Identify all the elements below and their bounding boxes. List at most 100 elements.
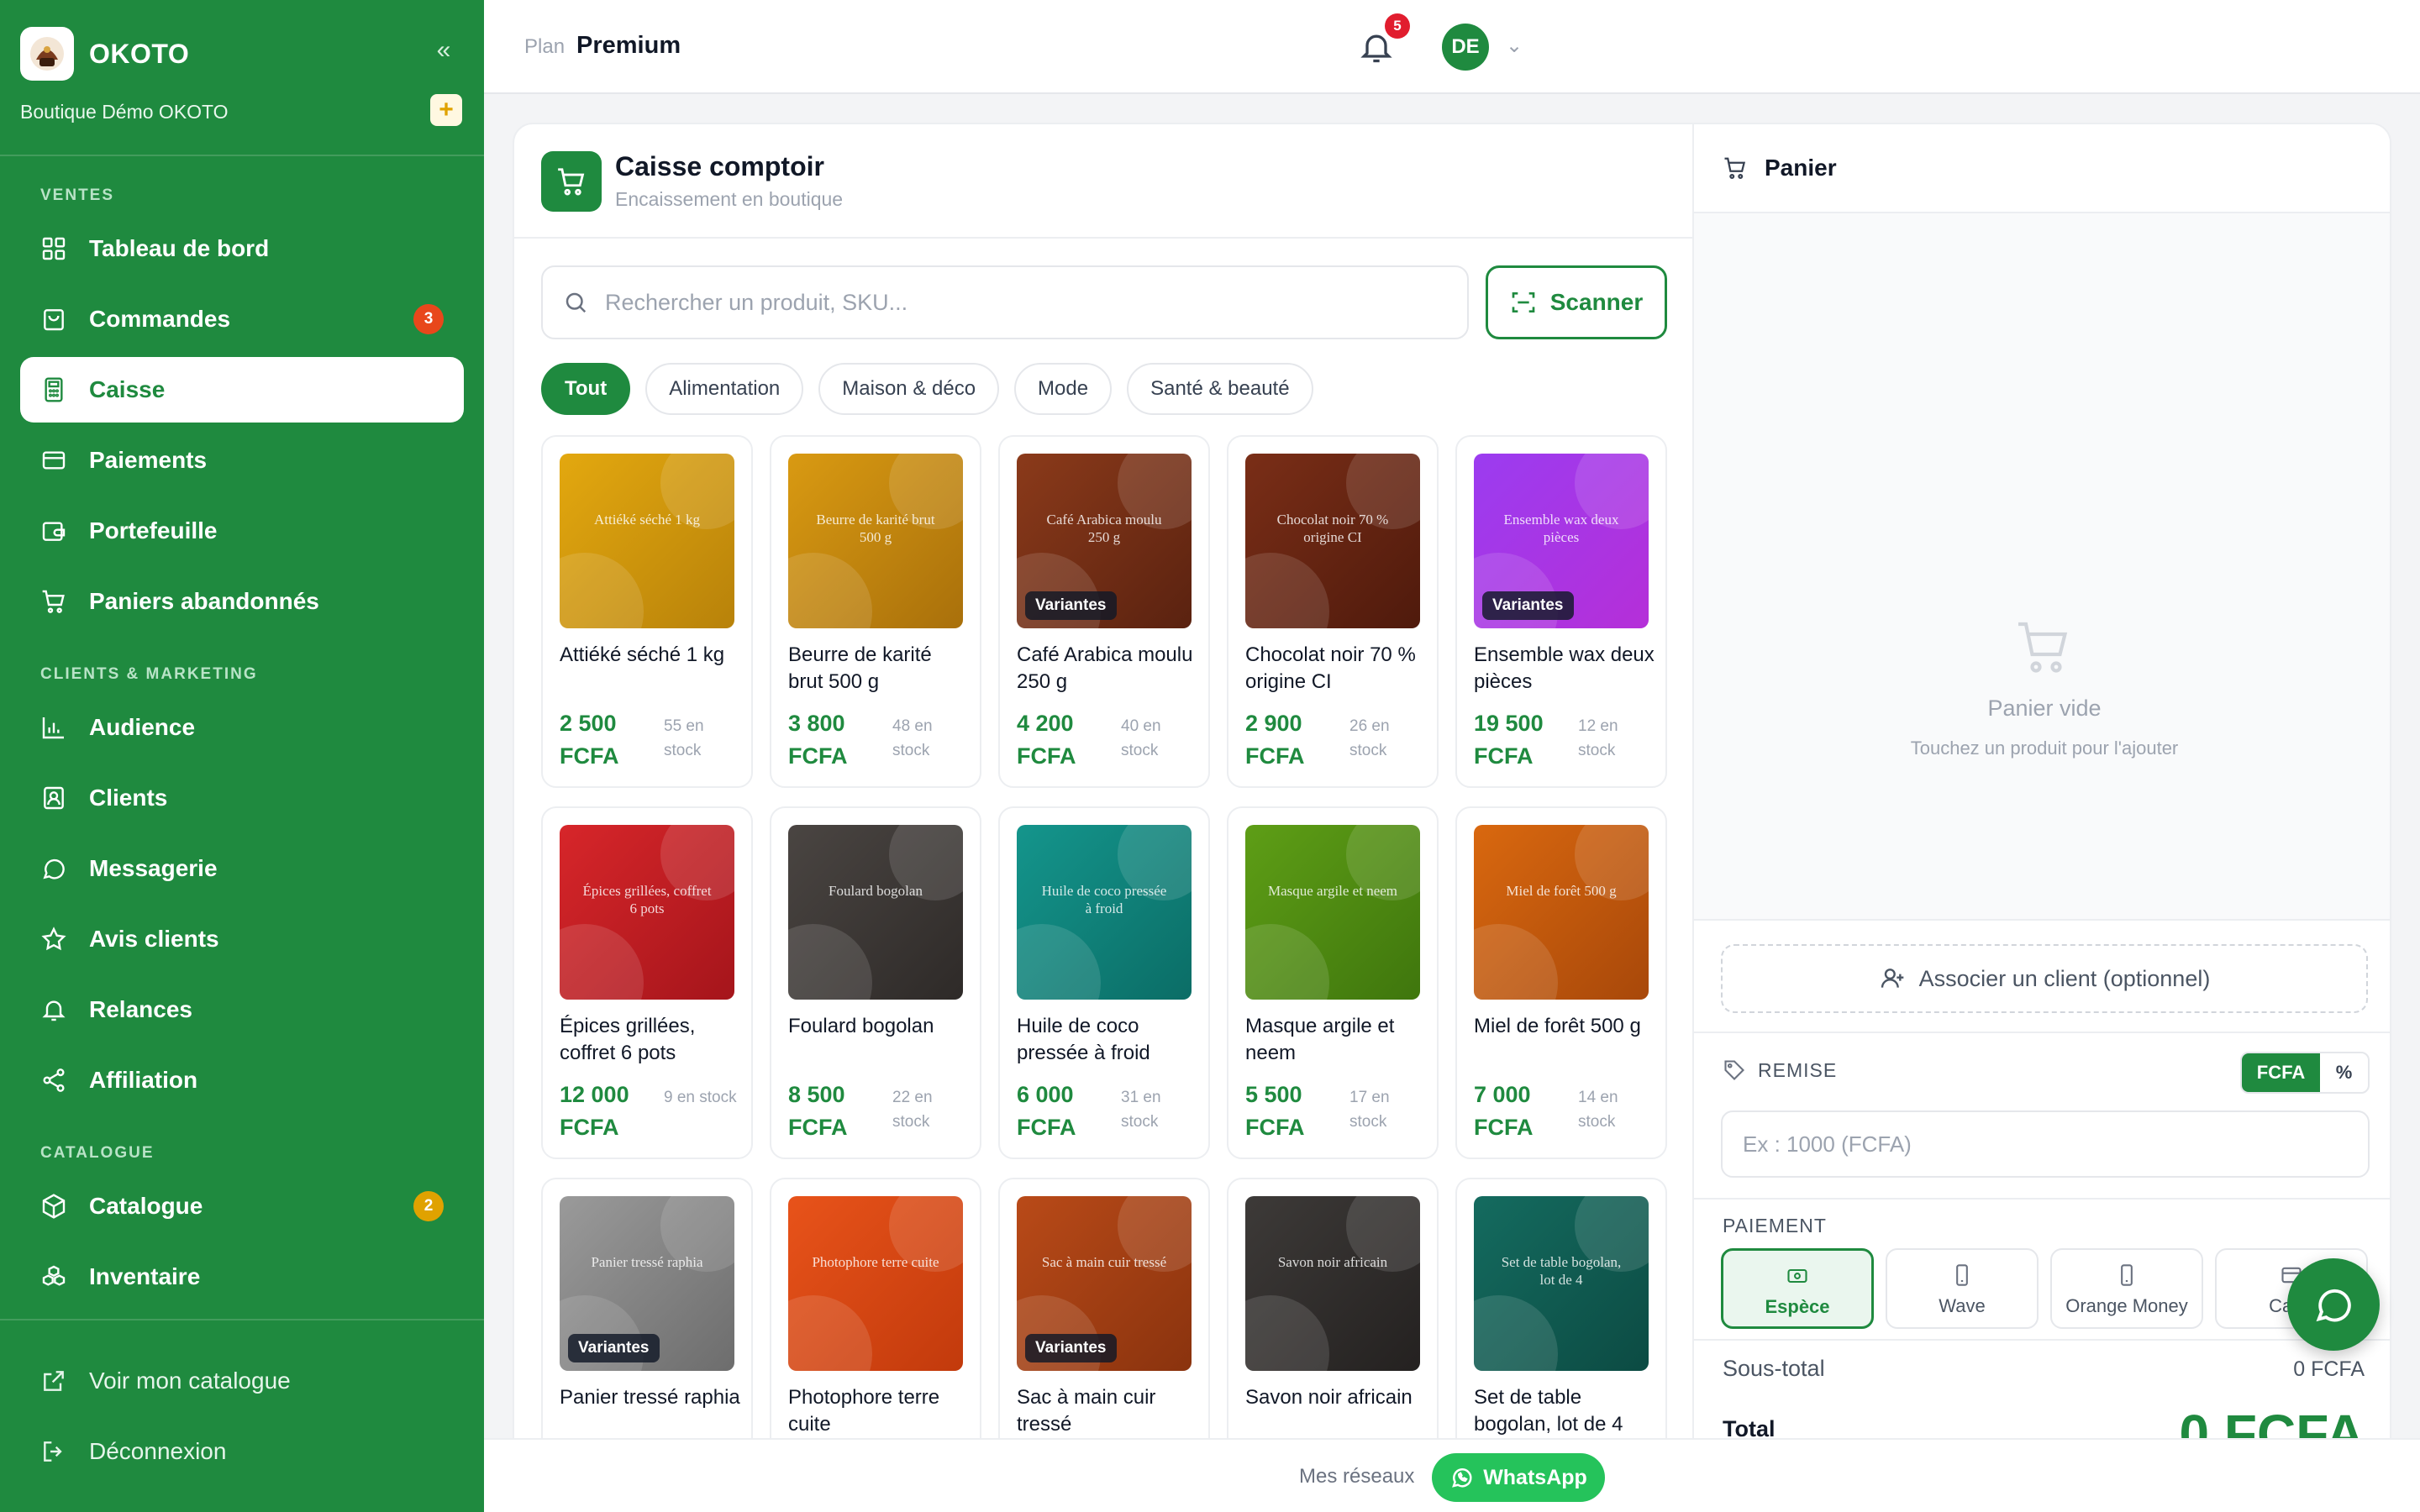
product-card[interactable]: Épices grillées, coffret 6 pots Épices gr… <box>541 806 753 1159</box>
product-price: 6 000 FCFA <box>1017 1082 1076 1140</box>
sidebar-item-portefeuille[interactable]: Portefeuille <box>20 498 464 564</box>
double-chevron-left-icon[interactable]: « <box>430 37 457 64</box>
whatsapp-button[interactable]: WhatsApp <box>1432 1453 1605 1502</box>
chip-tout[interactable]: Tout <box>541 363 631 415</box>
payment-methods: Espèce Wave Orange Money Carte <box>1721 1248 2370 1329</box>
thumbnail-caption: Miel de forêt 500 g <box>1506 883 1617 899</box>
sidebar-item-avis-clients[interactable]: Avis clients <box>20 906 464 972</box>
product-card[interactable]: Beurre de karité brut 500 g Beurre de kar… <box>770 435 981 788</box>
sidebar-item-tableau-de-bord[interactable]: Tableau de bord <box>20 216 464 281</box>
pos-panel: Caisse comptoir Encaissement en boutique… <box>513 123 2391 1512</box>
sidebar-item-affiliation[interactable]: Affiliation <box>20 1047 464 1113</box>
payment-label: PAIEMENT <box>1723 1215 1827 1236</box>
sidebar-item-catalogue[interactable]: Catalogue 2 <box>20 1173 464 1239</box>
pay-method-wave[interactable]: Wave <box>1886 1248 2039 1329</box>
product-stock: 14 en stock <box>1578 1089 1618 1131</box>
scan-button[interactable]: Scanner <box>1486 265 1667 339</box>
product-card[interactable]: Masque argile et neem Masque argile et ne… <box>1227 806 1439 1159</box>
sidebar-item-paiements[interactable]: Paiements <box>20 428 464 493</box>
sidebar-item-deconnexion[interactable]: Déconnexion <box>20 1419 464 1484</box>
subtotal-label: Sous-total <box>1723 1356 1825 1381</box>
variants-badge: Variantes <box>1025 591 1117 620</box>
brand[interactable]: OKOTO <box>20 27 189 81</box>
thumbnail-caption: Beurre de karité brut 500 g <box>816 512 935 545</box>
product-name: Photophore terre cuite <box>788 1386 940 1436</box>
product-card[interactable]: Café Arabica moulu 250 g Variantes Café Ar… <box>998 435 1210 788</box>
remise-fcfa-option[interactable]: FCFA <box>2242 1053 2320 1092</box>
product-thumbnail: Beurre de karité brut 500 g <box>788 454 963 628</box>
brand-logo-icon <box>20 27 74 81</box>
remise-input[interactable] <box>1721 1110 2370 1178</box>
page-title: Caisse comptoir <box>615 151 824 181</box>
section-label-ventes: VENTES <box>40 186 115 204</box>
shop-name: Boutique Démo OKOTO <box>20 101 229 123</box>
product-card[interactable]: Huile de coco pressée à froid Huile de co… <box>998 806 1210 1159</box>
associate-client-button[interactable]: Associer un client (optionnel) <box>1721 944 2368 1013</box>
catalogue-count-badge: 2 <box>413 1191 444 1221</box>
sidebar-item-paniers-abandonnes[interactable]: Paniers abandonnés <box>20 569 464 634</box>
bell-icon <box>42 1000 66 1021</box>
chip-maison-deco[interactable]: Maison & déco <box>818 363 1000 415</box>
product-price: 5 500 FCFA <box>1245 1082 1305 1140</box>
product-search[interactable] <box>541 265 1469 339</box>
chevron-down-icon[interactable]: ⌄ <box>1506 34 1523 58</box>
thumbnail-caption: Savon noir africain <box>1277 1254 1388 1270</box>
product-name: Attiéké séché 1 kg <box>560 643 725 666</box>
sidebar-item-audience[interactable]: Audience <box>20 695 464 760</box>
product-card[interactable]: Chocolat noir 70 % origine CI Chocolat no… <box>1227 435 1439 788</box>
sidebar-item-label: Déconnexion <box>89 1438 227 1464</box>
remise-text: REMISE <box>1758 1058 1838 1081</box>
contact-icon <box>44 786 64 810</box>
remise-type-toggle: FCFA % <box>2240 1052 2370 1094</box>
product-stock: 17 en stock <box>1349 1089 1390 1131</box>
pay-method-orange-money[interactable]: Orange Money <box>2050 1248 2203 1329</box>
product-price: 2 900 FCFA <box>1245 711 1305 769</box>
product-card[interactable]: Ensemble wax deux pièces Variantes Ensembl… <box>1455 435 1667 788</box>
product-card[interactable]: Miel de forêt 500 g Miel de forêt 500 g 7 … <box>1455 806 1667 1159</box>
thumbnail-caption: Épices grillées, coffret 6 pots <box>582 883 712 916</box>
chat-support-button[interactable] <box>2287 1258 2380 1351</box>
sidebar-item-commandes[interactable]: Commandes 3 <box>20 286 464 352</box>
sidebar-item-messagerie[interactable]: Messagerie <box>20 836 464 901</box>
thumbnail-caption: Huile de coco pressée à froid <box>1041 883 1167 916</box>
sidebar-item-relances[interactable]: Relances <box>20 977 464 1042</box>
sidebar-item-voir-catalogue[interactable]: Voir mon catalogue <box>20 1348 464 1414</box>
product-card[interactable]: Foulard bogolan Foulard bogolan 8 500 FCFA… <box>770 806 981 1159</box>
sidebar-item-inventaire[interactable]: Inventaire <box>20 1244 464 1310</box>
whatsapp-icon <box>1452 1468 1472 1488</box>
remise-percent-option[interactable]: % <box>2320 1053 2368 1092</box>
product-name: Masque argile et neem <box>1245 1015 1395 1064</box>
product-card[interactable]: Attiéké séché 1 kg Attiéké séché 1 kg 2 50… <box>541 435 753 788</box>
thumbnail-decor <box>788 924 872 1000</box>
sidebar-item-label: Affiliation <box>89 1067 198 1093</box>
page-subtitle: Encaissement en boutique <box>615 188 844 210</box>
thumbnail-decor <box>788 553 872 628</box>
chip-alimentation[interactable]: Alimentation <box>645 363 804 415</box>
sidebar-item-clients[interactable]: Clients <box>20 765 464 831</box>
sidebar-item-label: Relances <box>89 996 192 1022</box>
thumbnail-decor <box>1017 924 1101 1000</box>
pay-method-label: Wave <box>1939 1295 1986 1316</box>
pay-method-espece[interactable]: Espèce <box>1721 1248 1874 1329</box>
thumbnail-decor <box>1245 553 1329 628</box>
topbar: Plan Premium 5 DE ⌄ <box>484 0 2420 94</box>
product-thumbnail: Set de table bogolan, lot de 4 <box>1474 1196 1649 1371</box>
thumbnail-decor <box>1474 924 1558 1000</box>
thumbnail-caption: Photophore terre cuite <box>812 1254 939 1270</box>
cart-divider <box>1694 1198 2390 1200</box>
empty-cart-icon <box>2018 622 2068 673</box>
sidebar-item-label: Messagerie <box>89 855 218 881</box>
avatar[interactable]: DE <box>1442 24 1489 71</box>
sidebar-item-caisse[interactable]: Caisse <box>20 357 464 423</box>
thumbnail-caption: Attiéké séché 1 kg <box>593 512 701 528</box>
chip-mode[interactable]: Mode <box>1014 363 1113 415</box>
pay-method-label: Espèce <box>1765 1296 1830 1317</box>
search-input[interactable] <box>605 289 1361 316</box>
product-thumbnail: Savon noir africain <box>1245 1196 1420 1371</box>
chip-sante-beaute[interactable]: Santé & beauté <box>1127 363 1313 415</box>
plus-icon[interactable]: + <box>430 94 462 126</box>
thumbnail-decor <box>1474 1295 1558 1371</box>
thumbnail-caption: Sac à main cuir tressé <box>1041 1254 1167 1270</box>
product-stock: 22 en stock <box>892 1089 933 1131</box>
box-icon <box>42 1194 66 1219</box>
